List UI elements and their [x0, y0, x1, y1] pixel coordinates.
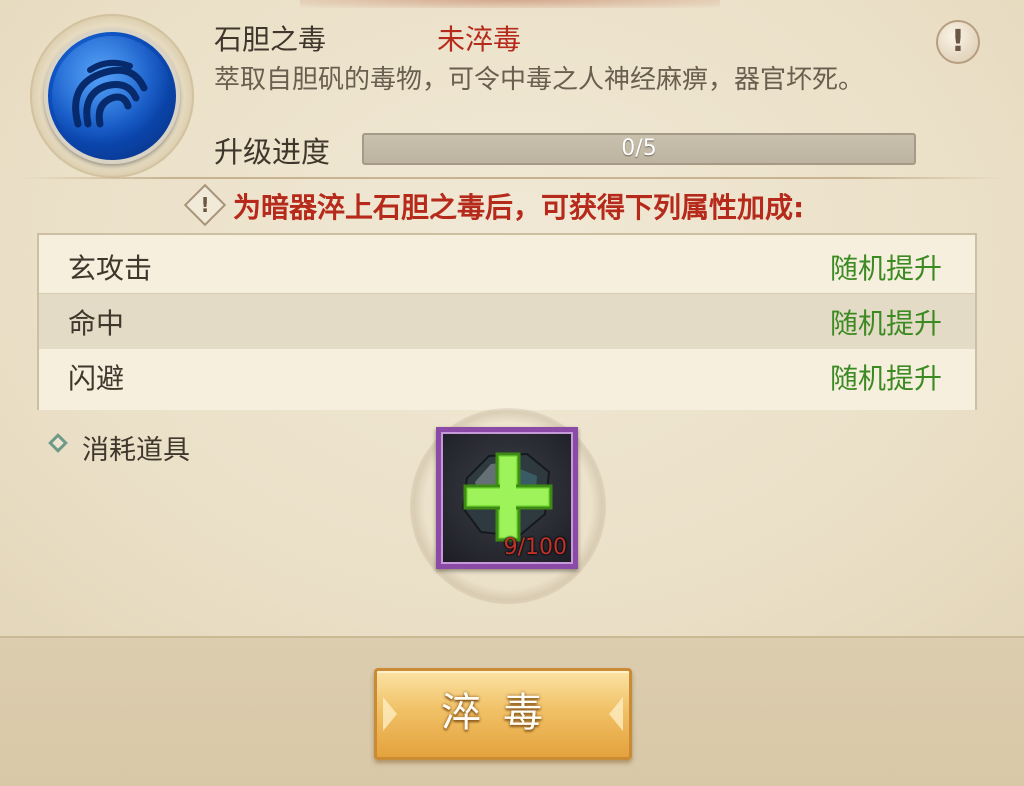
table-row: 命中 随机提升: [39, 294, 975, 349]
table-row: 闪避 随机提升: [39, 349, 975, 410]
info-button[interactable]: !: [936, 20, 980, 64]
item-count: 9/100: [503, 535, 567, 560]
diamond-bullet-icon: [48, 433, 68, 453]
attribute-name: 闪避: [68, 362, 125, 395]
attribute-value: 随机提升: [829, 307, 942, 340]
progress-text: 0/5: [621, 136, 657, 161]
top-glow-decoration: [300, 0, 720, 8]
notice-exclamation-icon: !: [183, 183, 227, 227]
blue-whirl-orb-icon: [44, 28, 180, 164]
table-row: 玄攻击 随机提升: [39, 235, 975, 294]
attribute-value: 随机提升: [829, 252, 942, 285]
upgrade-progress-bar: 0/5: [362, 133, 916, 165]
bonus-notice: 为暗器淬上石胆之毒后，可获得下列属性加成:: [233, 191, 805, 224]
poison-name: 石胆之毒: [214, 23, 327, 56]
section-divider: [18, 177, 1006, 179]
apply-poison-button[interactable]: 淬毒: [374, 668, 632, 760]
poison-status: 未淬毒: [437, 23, 522, 56]
progress-label: 升级进度: [214, 135, 331, 169]
poison-panel: 石胆之毒 未淬毒 ! 萃取自胆矾的毒物，可令中毒之人神经麻痹，器官坏死。 升级进…: [0, 0, 1024, 636]
attribute-table: 玄攻击 随机提升 命中 随机提升 闪避 随机提升: [37, 233, 977, 410]
consume-items-label: 消耗道具: [82, 435, 190, 466]
exclamation-icon: !: [951, 24, 965, 59]
poison-description: 萃取自胆矾的毒物，可令中毒之人神经麻痹，器官坏死。: [214, 65, 865, 95]
attribute-name: 命中: [68, 307, 125, 340]
attribute-value: 随机提升: [829, 362, 942, 395]
consumable-item-slot[interactable]: 9/100: [436, 427, 578, 569]
attribute-name: 玄攻击: [68, 252, 153, 285]
